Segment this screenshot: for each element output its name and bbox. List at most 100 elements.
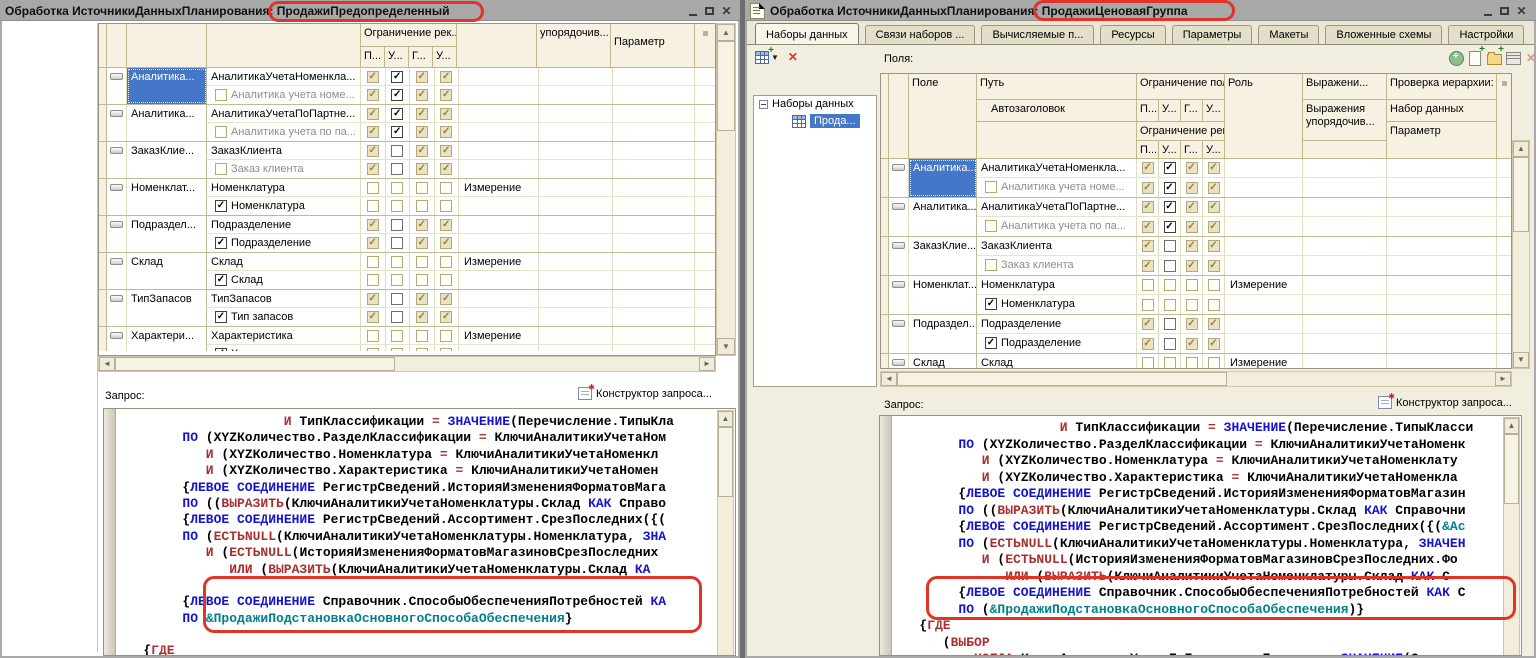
restriction-cell[interactable] xyxy=(1181,237,1203,255)
checkbox[interactable] xyxy=(1208,221,1220,233)
checkbox[interactable] xyxy=(391,219,403,231)
header-sort-col[interactable] xyxy=(1497,74,1512,159)
restriction-cell[interactable] xyxy=(361,68,386,85)
order-cell[interactable] xyxy=(1303,178,1387,197)
checkbox[interactable] xyxy=(391,89,403,101)
checkbox[interactable] xyxy=(440,145,452,157)
role-cell[interactable] xyxy=(459,290,539,307)
order-cell[interactable] xyxy=(1303,315,1387,333)
header-autoheader[interactable]: Автозаголовок xyxy=(977,100,1137,122)
checkbox[interactable] xyxy=(1208,162,1220,174)
restriction-cell[interactable] xyxy=(361,290,386,307)
restriction-cell[interactable] xyxy=(1203,159,1225,177)
left-query-editor[interactable]: И ТипКлассификации = ЗНАЧЕНИЕ(Перечислен… xyxy=(103,408,736,656)
checkbox[interactable] xyxy=(416,311,428,323)
header-cb[interactable]: П... xyxy=(1137,100,1159,122)
table-row-group[interactable]: Аналитика...АналитикаУчетаНоменкла...Ана… xyxy=(881,159,1512,198)
checkbox[interactable] xyxy=(1142,260,1154,272)
param-cell[interactable] xyxy=(613,216,695,233)
order-cell[interactable] xyxy=(539,123,613,141)
checkbox[interactable] xyxy=(440,163,452,175)
param-cell[interactable] xyxy=(613,271,695,289)
checkbox[interactable] xyxy=(1186,279,1198,291)
table-row-group[interactable]: Номенклат...НоменклатураИзмерениеНоменкл… xyxy=(881,276,1512,315)
header-cb[interactable]: У... xyxy=(1159,141,1181,159)
header-param-col[interactable]: Параметр xyxy=(611,24,695,68)
delete-field-button[interactable]: ✕ xyxy=(1524,50,1536,66)
checkbox[interactable] xyxy=(1142,182,1154,194)
restriction-cell[interactable] xyxy=(1137,178,1159,197)
checkbox[interactable] xyxy=(1164,357,1176,368)
param-cell[interactable] xyxy=(1387,198,1497,216)
checkbox[interactable] xyxy=(985,181,997,193)
minimize-button[interactable] xyxy=(684,3,701,18)
checkbox[interactable] xyxy=(1208,201,1220,213)
checkbox[interactable] xyxy=(1142,221,1154,233)
checkbox[interactable] xyxy=(416,219,428,231)
header-cb[interactable]: У... xyxy=(1203,141,1225,159)
checkbox[interactable] xyxy=(1208,299,1220,311)
maximize-button[interactable] xyxy=(1496,3,1513,18)
restriction-cell[interactable] xyxy=(435,345,460,351)
checkbox[interactable] xyxy=(1142,318,1154,330)
table-row-main[interactable]: АналитикаУчетаНоменкла... xyxy=(977,159,1512,178)
restriction-cell[interactable] xyxy=(1203,217,1225,236)
path-cell-sub[interactable]: Характеристика xyxy=(207,345,361,351)
restriction-cell[interactable] xyxy=(435,197,460,215)
table-row-sub[interactable]: Тип запасов xyxy=(207,308,716,326)
checkbox[interactable] xyxy=(367,200,379,212)
table-row-sub[interactable]: Подразделение xyxy=(207,234,716,252)
checkbox[interactable] xyxy=(416,163,428,175)
restriction-cell[interactable] xyxy=(1181,295,1203,314)
add-field-button[interactable] xyxy=(1448,50,1464,66)
role-cell[interactable] xyxy=(1225,237,1303,255)
left-table-hscrollbar[interactable]: ◄ ► xyxy=(98,356,716,372)
order-cell[interactable] xyxy=(539,253,613,270)
field-cell[interactable]: Характери... xyxy=(127,327,207,351)
table-row-main[interactable]: ТипЗапасов xyxy=(207,290,716,308)
checkbox[interactable] xyxy=(391,163,403,175)
checkbox[interactable] xyxy=(1186,201,1198,213)
restriction-cell[interactable] xyxy=(410,142,435,159)
order-cell[interactable] xyxy=(1303,354,1387,368)
restriction-cell[interactable] xyxy=(361,86,386,104)
checkbox[interactable] xyxy=(215,163,227,175)
param-cell[interactable] xyxy=(613,160,695,178)
table-row-sub[interactable]: Аналитика учета по па... xyxy=(207,123,716,141)
checkbox[interactable] xyxy=(215,200,227,212)
scroll-down-icon[interactable]: ▼ xyxy=(1513,352,1529,368)
restriction-cell[interactable] xyxy=(435,253,460,270)
checkbox[interactable] xyxy=(440,330,452,342)
restriction-cell[interactable] xyxy=(410,271,435,289)
restriction-cell[interactable] xyxy=(410,216,435,233)
restriction-cell[interactable] xyxy=(361,327,386,344)
checkbox[interactable] xyxy=(367,108,379,120)
header-cb[interactable]: У... xyxy=(1159,100,1181,122)
order-cell[interactable] xyxy=(539,216,613,233)
scroll-thumb[interactable] xyxy=(1513,157,1529,232)
order-cell[interactable] xyxy=(539,86,613,104)
table-row-sub[interactable]: Аналитика учета номе... xyxy=(977,178,1512,197)
restriction-cell[interactable] xyxy=(386,234,411,252)
checkbox[interactable] xyxy=(416,182,428,194)
restriction-cell[interactable] xyxy=(361,308,386,326)
restriction-cell[interactable] xyxy=(435,216,460,233)
path-cell[interactable]: АналитикаУчетаНоменкла... xyxy=(977,159,1137,177)
scroll-up-icon[interactable]: ▲ xyxy=(1513,141,1529,157)
minimize-button[interactable] xyxy=(1479,3,1496,18)
field-cell[interactable]: Подраздел... xyxy=(127,216,207,252)
order-cell[interactable] xyxy=(1303,276,1387,294)
order-cell[interactable] xyxy=(539,197,613,215)
row-marker[interactable] xyxy=(107,327,127,351)
restriction-cell[interactable] xyxy=(435,160,460,178)
row-marker[interactable] xyxy=(107,216,127,252)
checkbox[interactable] xyxy=(1164,318,1176,330)
param-cell[interactable] xyxy=(613,308,695,326)
row-marker[interactable] xyxy=(889,315,909,353)
row-marker[interactable] xyxy=(107,142,127,178)
restriction-cell[interactable] xyxy=(410,345,435,351)
role-cell[interactable] xyxy=(459,234,539,252)
restriction-cell[interactable] xyxy=(361,142,386,159)
right-table-hscrollbar[interactable]: ◄ ► xyxy=(880,371,1512,387)
order-cell[interactable] xyxy=(539,234,613,252)
